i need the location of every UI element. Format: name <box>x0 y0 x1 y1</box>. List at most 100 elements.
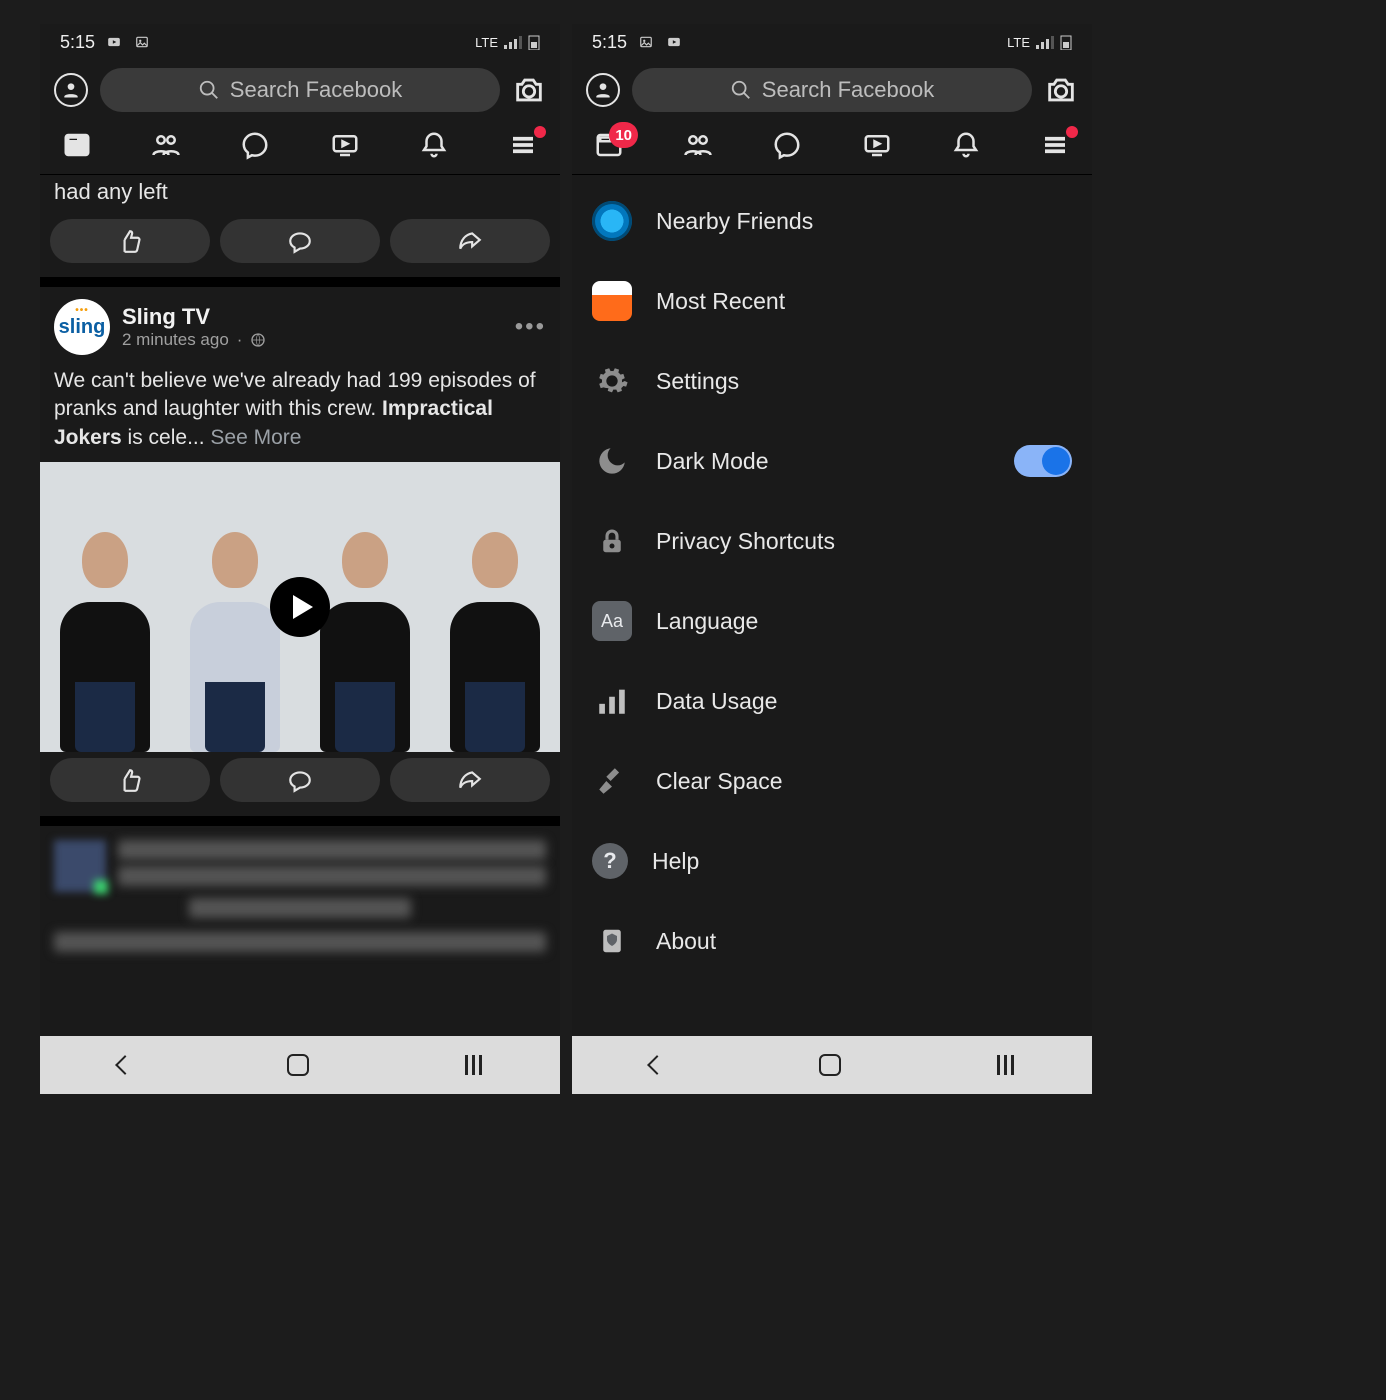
post-actions <box>40 752 560 816</box>
moon-icon <box>592 441 632 481</box>
blurred-post <box>40 826 560 972</box>
tab-bar <box>40 120 560 175</box>
play-icon <box>270 577 330 637</box>
tab-menu[interactable] <box>1038 130 1072 160</box>
post-divider <box>40 277 560 287</box>
nav-recents[interactable] <box>465 1055 482 1075</box>
post-body[interactable]: We can't believe we've already had 199 e… <box>40 361 560 462</box>
feed-scroll[interactable]: had any left sling Sling TV 2 minutes ag… <box>40 175 560 972</box>
status-bar: 5:15 LTE <box>40 24 560 60</box>
signal-icon <box>1036 35 1054 49</box>
post-video[interactable] <box>40 462 560 752</box>
tab-messenger[interactable] <box>770 130 804 160</box>
menu-badge-dot <box>534 126 546 138</box>
menu-item-language[interactable]: Aa Language <box>592 581 1072 661</box>
tab-notifications[interactable] <box>417 130 451 160</box>
menu-item-nearby-friends[interactable]: Nearby Friends <box>592 181 1072 261</box>
menu-item-privacy-shortcuts[interactable]: Privacy Shortcuts <box>592 501 1072 581</box>
tab-watch[interactable] <box>860 130 894 160</box>
globe-icon <box>250 332 266 348</box>
broom-icon <box>592 761 632 801</box>
status-time: 5:15 <box>592 32 627 53</box>
camera-button[interactable] <box>1044 73 1078 107</box>
tab-bar: 10 <box>572 120 1092 175</box>
post-header: sling Sling TV 2 minutes ago · ••• <box>40 287 560 361</box>
comment-button[interactable] <box>220 758 380 802</box>
nav-home[interactable] <box>287 1054 309 1076</box>
author-name[interactable]: Sling TV <box>122 304 266 330</box>
see-more-link[interactable]: See More <box>210 426 301 449</box>
profile-button[interactable] <box>54 73 88 107</box>
like-button[interactable] <box>50 219 210 263</box>
prev-post-actions <box>40 213 560 277</box>
shield-icon <box>592 921 632 961</box>
language-icon: Aa <box>592 601 632 641</box>
prev-post-text: had any left <box>40 175 560 213</box>
post-meta: 2 minutes ago · <box>122 330 266 350</box>
tab-notifications[interactable] <box>949 130 983 160</box>
search-icon <box>198 79 220 101</box>
menu-list[interactable]: Nearby Friends Most Recent Settings Dark… <box>572 175 1092 987</box>
tab-menu[interactable] <box>506 130 540 160</box>
feed-badge: 10 <box>609 122 638 148</box>
battery-icon <box>1060 34 1072 50</box>
share-button[interactable] <box>390 219 550 263</box>
menu-item-most-recent[interactable]: Most Recent <box>592 261 1072 341</box>
menu-badge-dot <box>1066 126 1078 138</box>
tab-feed[interactable] <box>60 130 94 160</box>
battery-icon <box>528 34 540 50</box>
post-time: 2 minutes ago <box>122 330 229 350</box>
youtube-icon <box>105 35 123 49</box>
status-bar: 5:15 LTE <box>572 24 1092 60</box>
tab-watch[interactable] <box>328 130 362 160</box>
nav-recents[interactable] <box>997 1055 1014 1075</box>
post-divider <box>40 816 560 826</box>
author-avatar[interactable]: sling <box>54 299 110 355</box>
comment-button[interactable] <box>220 219 380 263</box>
signal-icon <box>504 35 522 49</box>
like-button[interactable] <box>50 758 210 802</box>
menu-item-help[interactable]: ? Help <box>592 821 1072 901</box>
post-more-button[interactable]: ••• <box>515 313 546 341</box>
share-button[interactable] <box>390 758 550 802</box>
most-recent-icon <box>592 281 632 321</box>
nav-back[interactable] <box>647 1055 667 1075</box>
app-header: Search Facebook <box>572 60 1092 120</box>
menu-item-settings[interactable]: Settings <box>592 341 1072 421</box>
youtube-icon <box>665 35 683 49</box>
profile-button[interactable] <box>586 73 620 107</box>
nav-home[interactable] <box>819 1054 841 1076</box>
image-icon <box>133 35 151 49</box>
nav-back[interactable] <box>115 1055 135 1075</box>
app-header: Search Facebook <box>40 60 560 120</box>
lock-icon <box>592 521 632 561</box>
search-placeholder: Search Facebook <box>762 77 934 103</box>
status-time: 5:15 <box>60 32 95 53</box>
search-placeholder: Search Facebook <box>230 77 402 103</box>
tab-friends[interactable] <box>149 130 183 160</box>
nearby-friends-icon <box>592 201 632 241</box>
tab-messenger[interactable] <box>238 130 272 160</box>
menu-item-dark-mode[interactable]: Dark Mode <box>592 421 1072 501</box>
search-input[interactable]: Search Facebook <box>100 68 500 112</box>
status-network: LTE <box>475 35 498 50</box>
menu-item-about[interactable]: About <box>592 901 1072 981</box>
image-icon <box>637 35 655 49</box>
tab-friends[interactable] <box>681 130 715 160</box>
status-network: LTE <box>1007 35 1030 50</box>
gear-icon <box>592 361 632 401</box>
menu-item-clear-space[interactable]: Clear Space <box>592 741 1072 821</box>
blurred-avatar <box>54 840 106 892</box>
android-nav-bar <box>40 1036 560 1094</box>
search-icon <box>730 79 752 101</box>
android-nav-bar <box>572 1036 1092 1094</box>
tab-feed[interactable]: 10 <box>592 130 626 160</box>
camera-button[interactable] <box>512 73 546 107</box>
bars-icon <box>592 681 632 721</box>
search-input[interactable]: Search Facebook <box>632 68 1032 112</box>
menu-item-data-usage[interactable]: Data Usage <box>592 661 1072 741</box>
help-icon: ? <box>592 843 628 879</box>
dark-mode-toggle[interactable] <box>1014 445 1072 477</box>
phone-menu: 5:15 LTE Search Facebook 10 Nearby Fri <box>572 24 1092 1094</box>
phone-feed: 5:15 LTE Search Facebook had any left <box>40 24 560 1094</box>
